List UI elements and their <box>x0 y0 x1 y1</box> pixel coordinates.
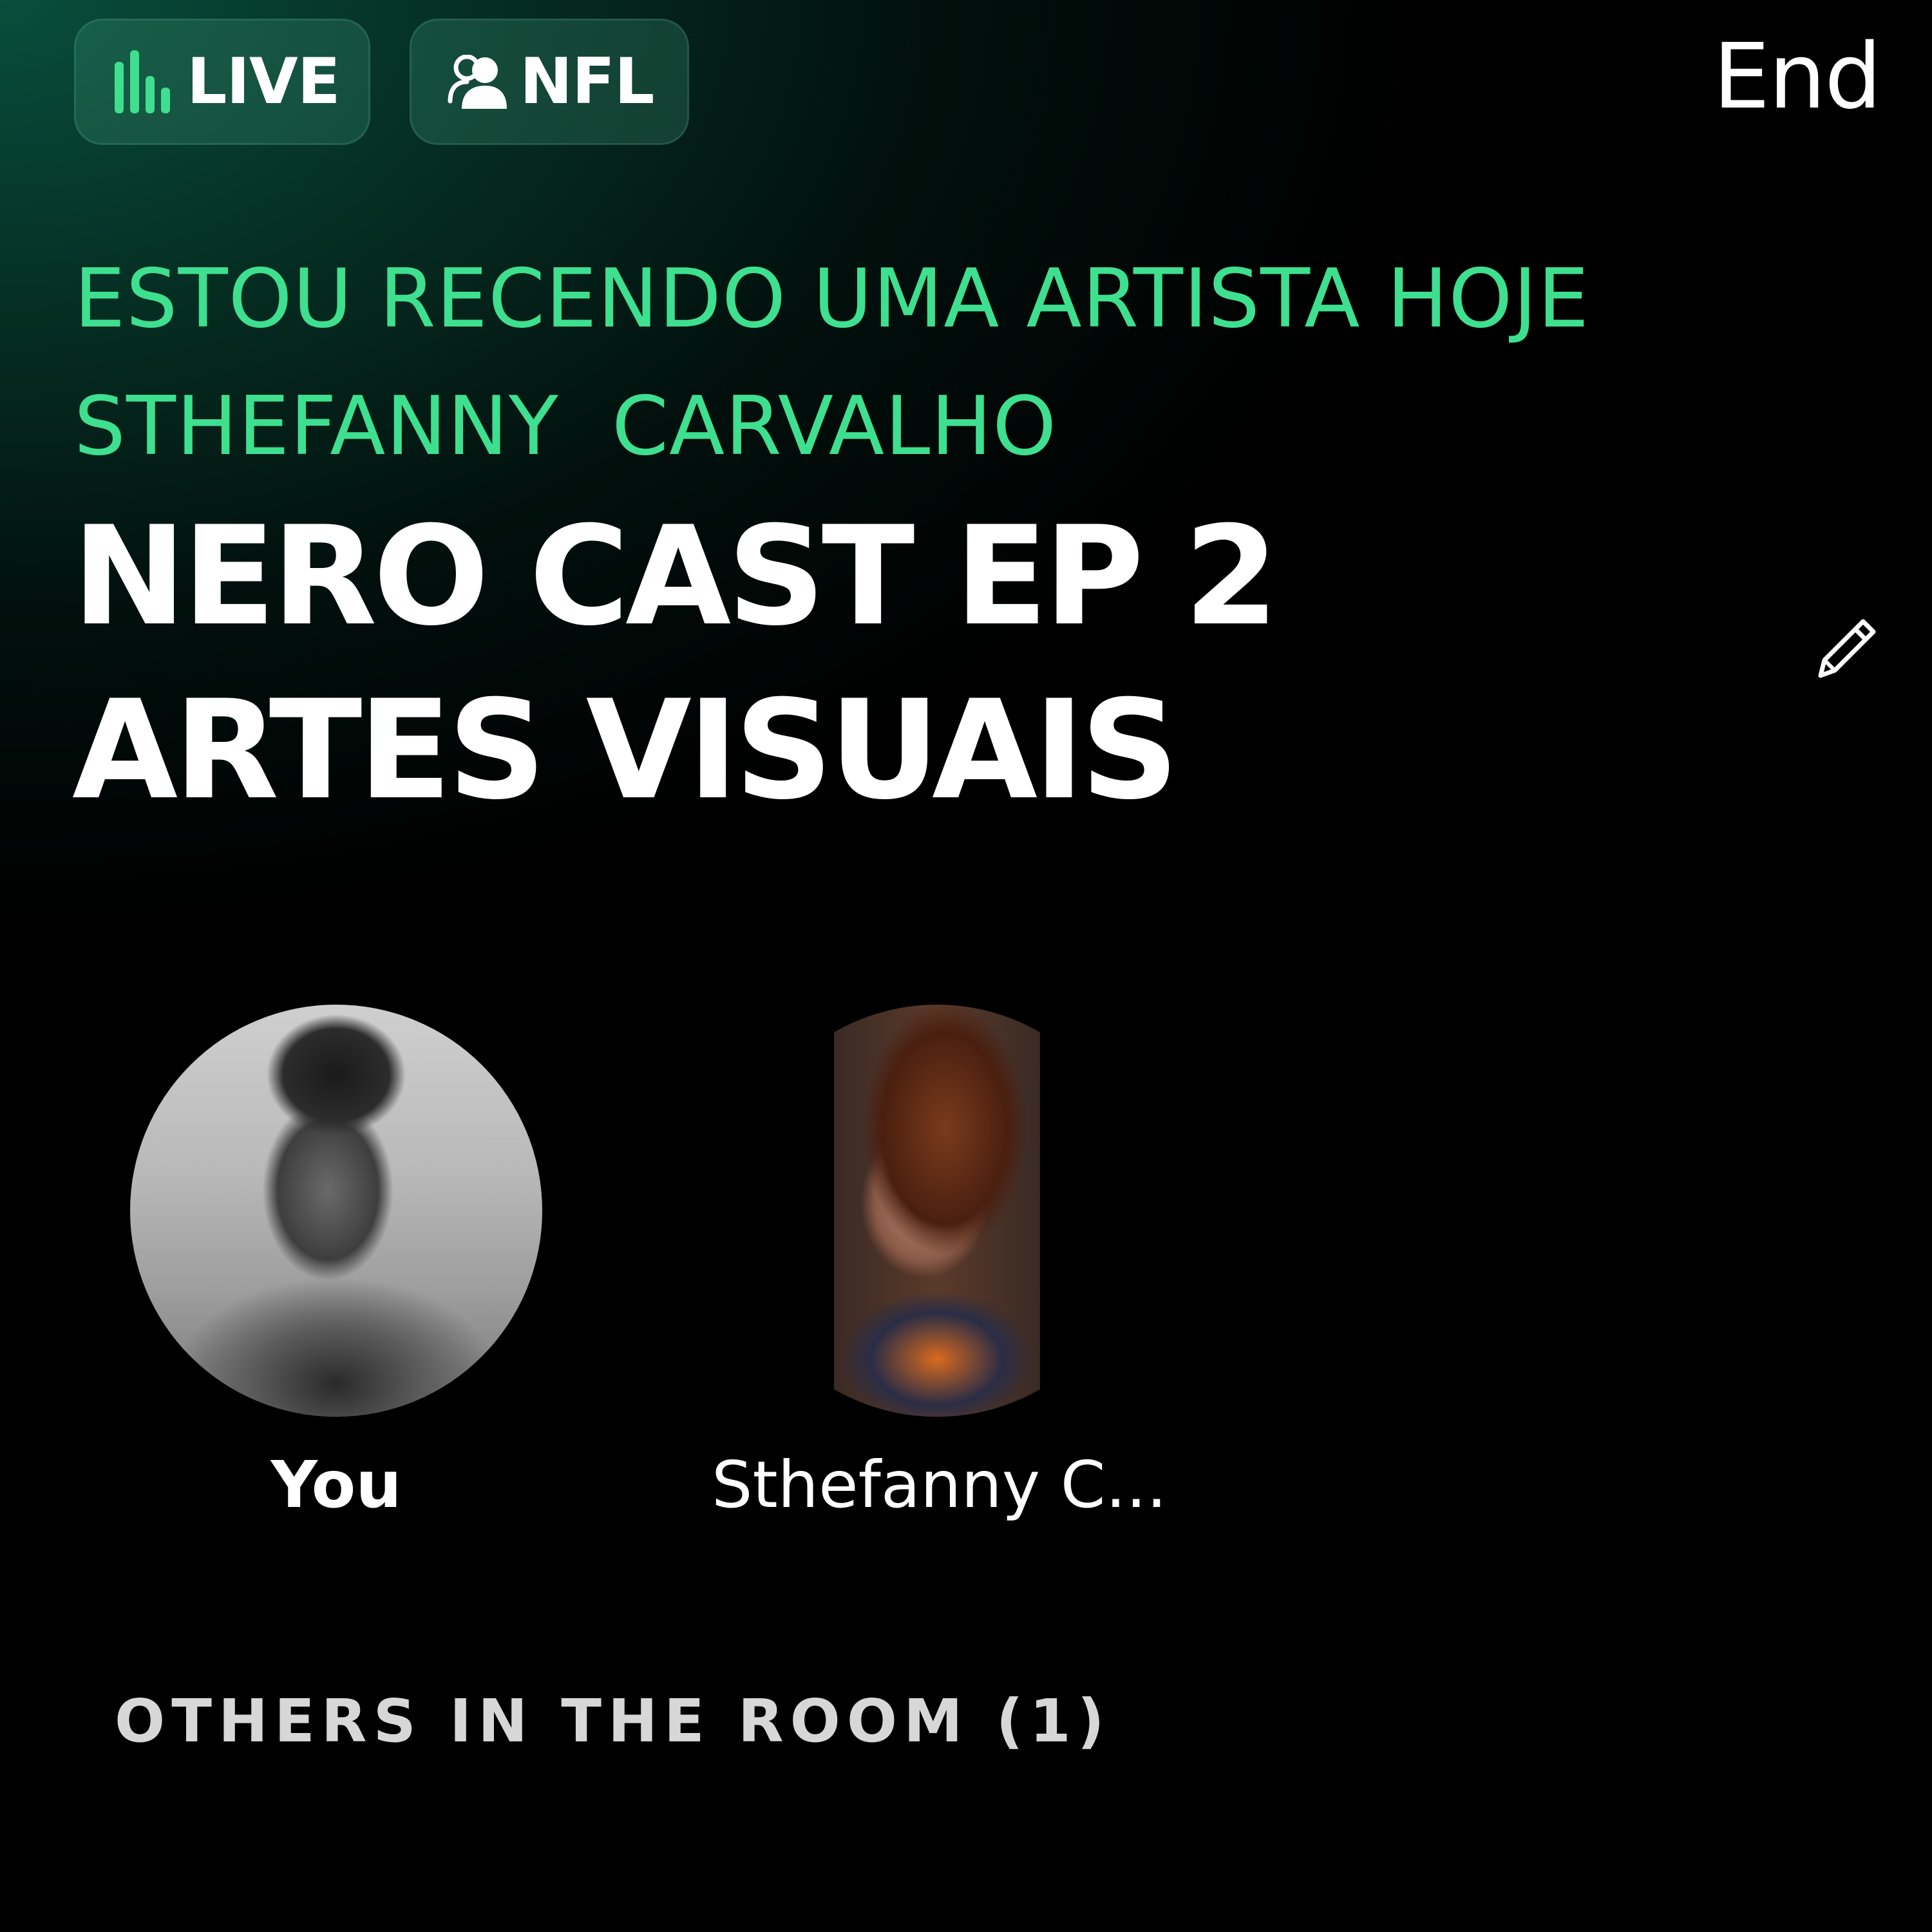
avatar[interactable] <box>731 1005 1143 1417</box>
room-title: NERO CAST EP 2 ARTES VISUAIS <box>72 497 1279 829</box>
participant-you[interactable]: You <box>111 1005 562 1524</box>
participant-name: Sthefanny C... <box>712 1447 1167 1522</box>
pencil-icon[interactable] <box>1813 609 1884 679</box>
room-description: ESTOU RECENDO UMA ARTISTA HOJE STHEFANNY… <box>74 251 1590 473</box>
others-in-room-heading: OTHERS IN THE ROOM (1) <box>115 1687 1111 1756</box>
audio-bars-icon <box>115 50 170 113</box>
live-room-screen: LIVE NFL End ESTOU RECENDO UMA ARTISTA H… <box>0 0 1932 1932</box>
live-badge[interactable]: LIVE <box>74 19 370 145</box>
participant-sthefanny[interactable]: Sthefanny C... <box>712 1005 1167 1524</box>
topic-chip[interactable]: NFL <box>410 19 689 145</box>
participant-name: You <box>270 1447 402 1522</box>
avatar[interactable] <box>130 1005 542 1417</box>
topic-label: NFL <box>520 45 654 118</box>
people-icon <box>448 55 507 109</box>
live-label: LIVE <box>187 45 341 118</box>
end-button[interactable]: End <box>1713 32 1882 122</box>
